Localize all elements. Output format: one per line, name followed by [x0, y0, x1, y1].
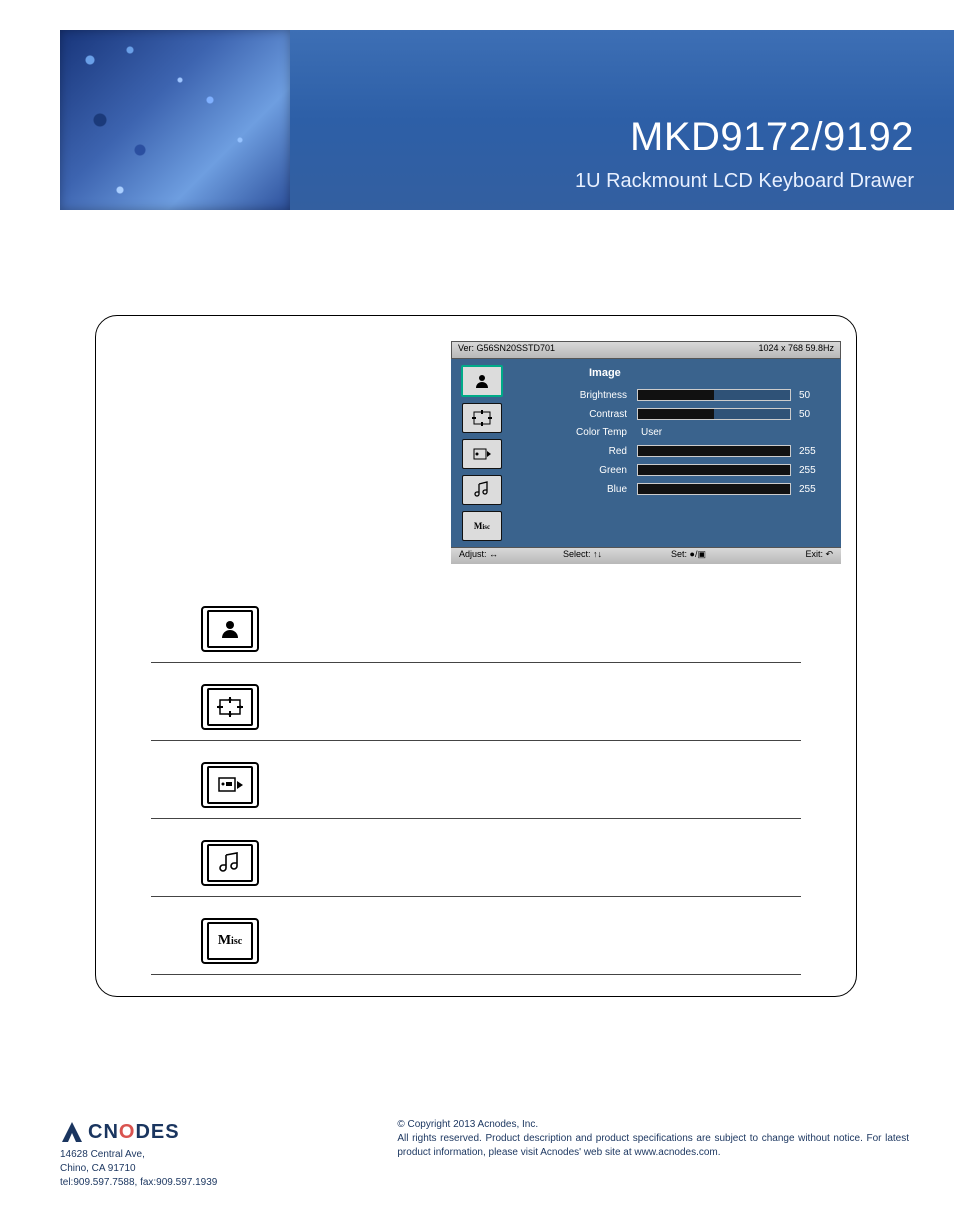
osd-param-row: Color TempUser	[517, 427, 827, 438]
osd-titlebar: Ver: G56SN20SSTD701 1024 x 768 59.8Hz	[451, 341, 841, 359]
osd-section-title: Image	[589, 367, 827, 379]
osd-hint-adjust: Adjust: ↔	[459, 548, 498, 560]
osd-body: Misc Image Brightness 50 Contrast 50 Color T…	[451, 359, 841, 547]
misc-icon: Misc	[201, 918, 259, 964]
icon-row: Misc	[151, 908, 801, 975]
osd-param-value: User	[637, 427, 827, 438]
osd-param-row: Brightness 50	[517, 389, 827, 401]
osd-param-value: 255	[799, 465, 827, 476]
osd-hint-set: Set: ●/▣	[671, 548, 706, 561]
osd-resolution: 1024 x 768 59.8Hz	[752, 342, 840, 358]
legal-text: © Copyright 2013 Acnodes, Inc. All right…	[397, 1118, 909, 1190]
osd-footer: Adjust: ↔ Select: ↑↓ Set: ●/▣ Exit: ↶	[451, 547, 841, 564]
osd-param-label: Blue	[517, 484, 637, 495]
osd-hint-exit: Exit: ↶	[805, 548, 833, 561]
osd-param-label: Red	[517, 446, 637, 457]
osd-param-value: 50	[799, 409, 827, 420]
color-icon	[201, 762, 259, 808]
osd-hint-select: Select: ↑↓	[563, 548, 602, 560]
company-address-1: 14628 Central Ave,	[60, 1148, 217, 1162]
image-icon	[201, 606, 259, 652]
company-address-2: Chino, CA 91710	[60, 1162, 217, 1176]
osd-tab-strip: Misc	[451, 359, 513, 547]
brand-name: CNODES	[88, 1118, 180, 1146]
company-logo: CNODES	[60, 1118, 217, 1146]
osd-param-label: Contrast	[517, 409, 637, 420]
osd-param-bar[interactable]	[637, 464, 791, 476]
company-block: CNODES 14628 Central Ave, Chino, CA 9171…	[60, 1118, 217, 1190]
osd-param-row: Red 255	[517, 445, 827, 457]
geometry-icon	[201, 684, 259, 730]
osd-param-bar[interactable]	[637, 389, 791, 401]
osd-param-value: 255	[799, 446, 827, 457]
osd-param-value: 50	[799, 390, 827, 401]
icon-row	[151, 596, 801, 663]
header-decor-image	[60, 30, 290, 210]
icon-row	[151, 830, 801, 897]
product-subtitle: 1U Rackmount LCD Keyboard Drawer	[575, 170, 914, 193]
company-contact: tel:909.597.7588, fax:909.597.1939	[60, 1176, 217, 1190]
osd-param-row: Green 255	[517, 464, 827, 476]
osd-param-label: Brightness	[517, 390, 637, 401]
color-icon[interactable]	[462, 439, 502, 469]
icon-row	[151, 674, 801, 741]
osd-param-label: Green	[517, 465, 637, 476]
content-panel: Ver: G56SN20SSTD701 1024 x 768 59.8Hz	[95, 315, 857, 997]
osd-params: Image Brightness 50 Contrast 50 Color TempUs…	[513, 359, 841, 547]
osd-menu: Ver: G56SN20SSTD701 1024 x 768 59.8Hz	[451, 341, 841, 564]
image-icon[interactable]	[461, 365, 503, 397]
audio-icon	[201, 840, 259, 886]
product-title: MKD9172/9192	[630, 115, 914, 160]
osd-param-label: Color Temp	[517, 427, 637, 438]
osd-param-value: 255	[799, 484, 827, 495]
header-banner: MKD9172/9192 1U Rackmount LCD Keyboard D…	[60, 30, 954, 210]
misc-icon[interactable]: Misc	[462, 511, 502, 541]
osd-param-row: Contrast 50	[517, 408, 827, 420]
audio-icon[interactable]	[462, 475, 502, 505]
geometry-icon[interactable]	[462, 403, 502, 433]
icon-row	[151, 752, 801, 819]
page-footer: CNODES 14628 Central Ave, Chino, CA 9171…	[60, 1118, 909, 1190]
document-page: MKD9172/9192 1U Rackmount LCD Keyboard D…	[0, 0, 954, 1232]
osd-param-bar[interactable]	[637, 408, 791, 420]
osd-param-bar[interactable]	[637, 445, 791, 457]
osd-param-bar[interactable]	[637, 483, 791, 495]
osd-param-row: Blue 255	[517, 483, 827, 495]
osd-version: Ver: G56SN20SSTD701	[452, 342, 561, 358]
